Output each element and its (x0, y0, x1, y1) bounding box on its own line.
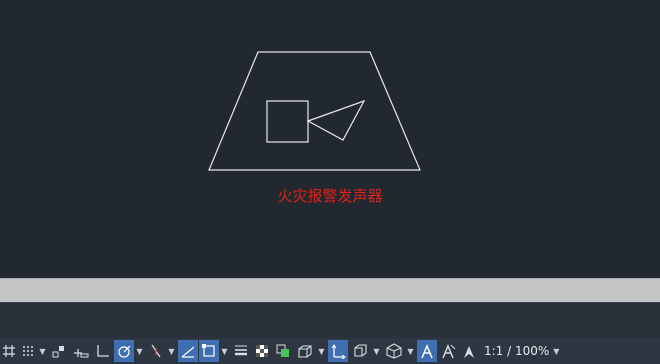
drawing-svg (208, 51, 421, 171)
polar-dropdown[interactable]: ▼ (135, 347, 144, 356)
annotation-scale-value[interactable]: 1:1 / 100% (484, 344, 549, 358)
polar-tracking-icon[interactable] (114, 340, 134, 362)
infer-constraints-icon[interactable] (49, 340, 69, 362)
scale-dropdown[interactable]: ▼ (553, 347, 559, 356)
layout-tabs-strip (0, 302, 660, 339)
filter-dropdown[interactable]: ▼ (372, 347, 381, 356)
speaker-cone[interactable] (306, 99, 366, 141)
annotation-scale-icon[interactable] (459, 340, 479, 362)
object-snap-dropdown[interactable]: ▼ (220, 347, 229, 356)
trapezoid-outline[interactable] (208, 51, 421, 171)
annotation-visibility-icon[interactable] (417, 340, 437, 362)
selection-filter-icon[interactable] (349, 340, 371, 362)
snap-mode-icon[interactable] (19, 340, 37, 362)
horizontal-scrollbar[interactable] (0, 278, 660, 303)
ortho-mode-icon[interactable] (93, 340, 113, 362)
status-bar: ▼ ▼ ▼ ▼ ▼ ▼ ▼ 1:1 / 100% ▼ (0, 338, 660, 364)
3d-snap-dropdown[interactable]: ▼ (317, 347, 326, 356)
transparency-icon[interactable] (252, 340, 272, 362)
isometric-drafting-icon[interactable] (146, 340, 166, 362)
lineweight-icon[interactable] (231, 340, 251, 362)
dynamic-input-icon[interactable] (70, 340, 92, 362)
isometric-dropdown[interactable]: ▼ (167, 347, 176, 356)
object-snap-tracking-icon[interactable] (178, 340, 198, 362)
snap-dropdown[interactable]: ▼ (38, 347, 47, 356)
block-label[interactable]: 火灾报警发声器 (0, 186, 660, 206)
grid-icon[interactable] (0, 340, 18, 362)
object-snap-icon[interactable] (199, 340, 219, 362)
gizmo-icon[interactable] (383, 340, 405, 362)
gizmo-dropdown[interactable]: ▼ (406, 347, 415, 356)
speaker-square[interactable] (266, 100, 309, 143)
drawing-canvas[interactable]: 火灾报警发声器 (0, 0, 660, 278)
dynamic-ucs-icon[interactable] (328, 340, 348, 362)
auto-scale-icon[interactable] (438, 340, 458, 362)
3d-object-snap-icon[interactable] (294, 340, 316, 362)
selection-cycling-icon[interactable] (273, 340, 293, 362)
